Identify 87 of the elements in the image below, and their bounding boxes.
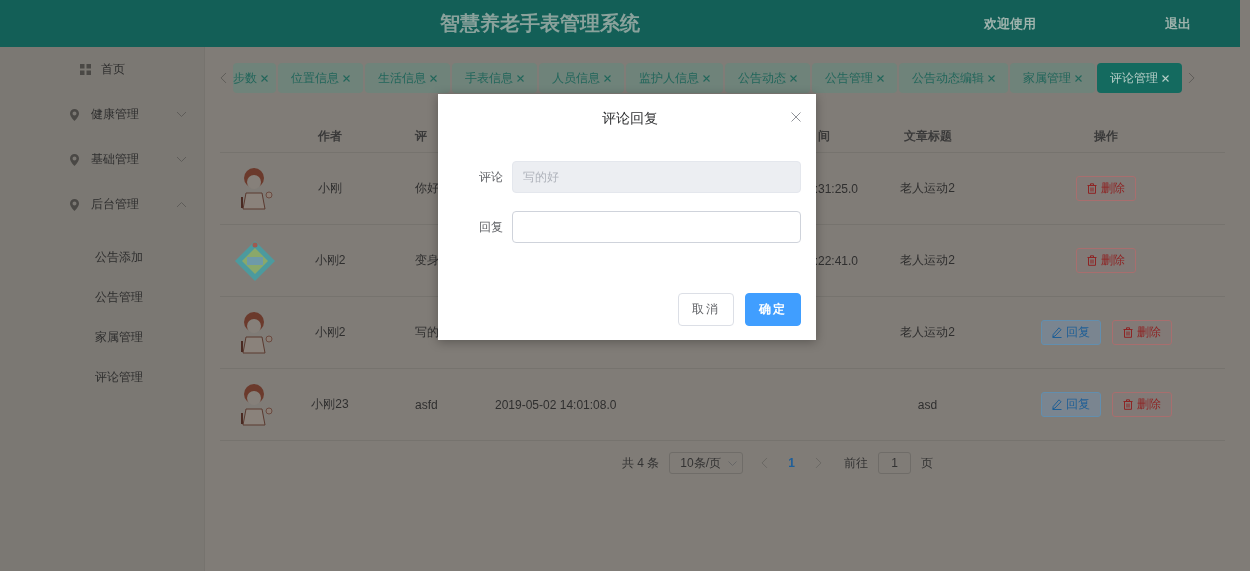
close-icon[interactable] (703, 74, 710, 82)
goto-label: 前往 (844, 454, 868, 472)
tab[interactable]: 人员信息 (539, 63, 624, 93)
trash-icon (1087, 255, 1097, 266)
chevron-icon[interactable] (176, 156, 187, 163)
chevron-icon (728, 460, 738, 466)
close-icon[interactable] (988, 74, 995, 82)
tab[interactable]: 位置信息 (278, 63, 363, 93)
trash-icon (1087, 183, 1097, 194)
close-icon[interactable] (261, 74, 268, 82)
table-cell: 老人运动2 (900, 180, 955, 197)
column-header: 作者 (318, 127, 342, 145)
delete-button[interactable]: 删除 (1076, 248, 1136, 273)
grid-icon (80, 64, 91, 75)
column-header: 间 (818, 127, 831, 145)
page-number[interactable]: 1 (778, 456, 805, 470)
sidebar-group[interactable]: 基础管理 (91, 151, 139, 168)
delete-button[interactable]: 删除 (1111, 320, 1172, 345)
table-cell-text: 2019-05-02 14:01:08.0 (494, 397, 617, 412)
close-icon[interactable] (1075, 74, 1082, 82)
sidebar-subitem[interactable]: 公告管理 (95, 288, 143, 306)
sidebar-group[interactable]: 健康管理 (91, 106, 139, 123)
tab[interactable]: 家属管理 (1010, 63, 1095, 93)
tab[interactable]: 公告动态 (725, 63, 810, 93)
column-header: 评 (413, 127, 427, 145)
tab[interactable]: 监护人信息 (626, 63, 723, 93)
reply-button[interactable]: 回复 (1040, 392, 1101, 417)
trash-icon (1122, 399, 1133, 410)
delete-button[interactable]: 删除 (1111, 392, 1172, 417)
table-cell: 小刚2 (314, 252, 346, 269)
total-count: 共 4 条 (622, 454, 660, 472)
close-icon[interactable] (517, 74, 524, 82)
table-cell: 小刚2 (314, 324, 346, 341)
table-cell-text: 变身 (414, 252, 439, 269)
close-icon[interactable] (791, 112, 801, 122)
table-cell: 小刚 (318, 180, 342, 197)
table-cell-text: :31:25.0 (814, 181, 859, 196)
pencil-icon (1051, 327, 1062, 338)
scroll-left-icon[interactable] (220, 72, 227, 84)
close-icon[interactable] (877, 74, 884, 82)
delete-button[interactable]: 删除 (1076, 176, 1136, 201)
sidebar-group[interactable]: 后台管理 (91, 196, 139, 213)
chevron-icon[interactable] (176, 201, 187, 208)
trash-icon (1122, 327, 1133, 338)
table-cell: 老人运动2 (900, 252, 955, 269)
tab[interactable]: 生活信息 (365, 63, 450, 93)
sidebar-subitem[interactable]: 评论管理 (95, 368, 143, 386)
logout-link[interactable]: 退出 (1165, 14, 1191, 33)
table-cell-text: asfd (414, 397, 438, 412)
reply-button[interactable]: 回复 (1040, 320, 1101, 345)
table-cell-text: 写的 (414, 324, 439, 341)
tab[interactable]: 公告动态编辑 (899, 63, 1008, 93)
page-input[interactable]: 1 (878, 452, 911, 474)
table-cell: asd (917, 397, 938, 412)
dialog-title: 评论回复 (601, 110, 658, 128)
table-cell: 老人运动2 (900, 324, 955, 341)
field-label: 评论 (478, 168, 503, 186)
field-label: 回复 (478, 218, 503, 236)
tab[interactable]: 手表信息 (452, 63, 537, 93)
tab[interactable]: 步数 (233, 63, 276, 93)
close-icon[interactable] (343, 74, 350, 82)
close-icon[interactable] (790, 74, 797, 82)
column-header: 操作 (1093, 127, 1118, 145)
sidebar-item[interactable]: 首页 (101, 61, 125, 78)
table-cell-text: 你好 (414, 180, 439, 197)
column-header: 文章标题 (903, 127, 952, 145)
close-icon[interactable] (604, 74, 611, 82)
page-unit: 页 (921, 454, 933, 472)
input-field[interactable] (512, 211, 801, 243)
table-cell: 小刚23 (311, 396, 349, 413)
table-cell-text: :22:41.0 (814, 253, 859, 268)
location-pin-icon (70, 198, 79, 211)
welcome-text: 欢迎使用 (984, 14, 1036, 33)
app-title: 智慧养老手表管理系统 (440, 11, 641, 36)
close-icon[interactable] (430, 74, 437, 82)
pencil-icon (1051, 399, 1062, 410)
location-pin-icon (70, 108, 79, 121)
scroll-right-icon[interactable] (1188, 72, 1195, 84)
chevron-icon[interactable] (176, 111, 187, 118)
confirm-button[interactable]: 确定 (745, 293, 801, 326)
tab[interactable]: 公告管理 (812, 63, 897, 93)
location-pin-icon (70, 153, 79, 166)
sidebar-subitem[interactable]: 家属管理 (95, 328, 143, 346)
tab[interactable]: 评论管理 (1097, 63, 1182, 93)
cancel-button[interactable]: 取消 (678, 293, 734, 326)
sidebar-subitem[interactable]: 公告添加 (95, 248, 143, 266)
page-size-select[interactable]: 10条/页 (669, 452, 744, 474)
